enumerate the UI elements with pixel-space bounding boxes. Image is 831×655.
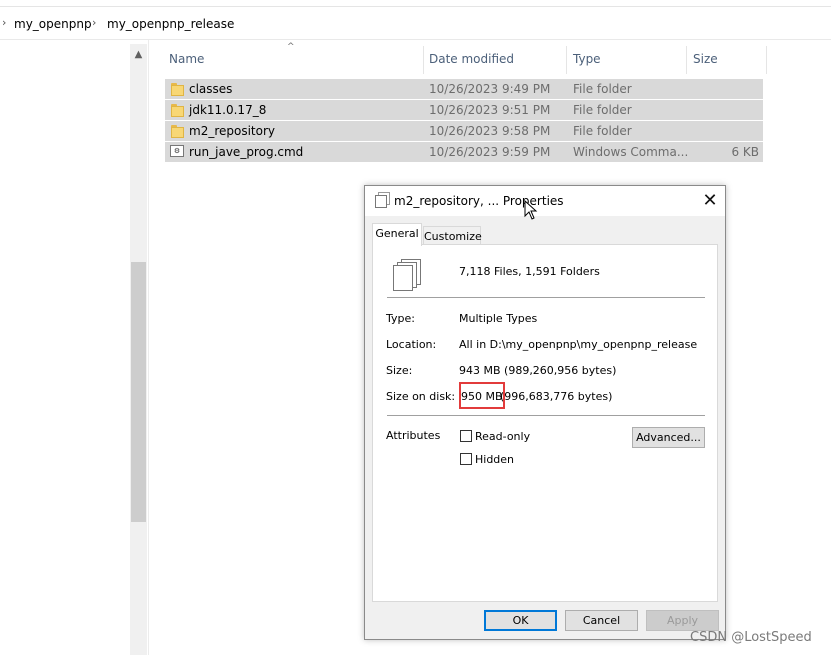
location-label: Location: — [386, 338, 437, 351]
file-row[interactable]: classes 10/26/2023 9:49 PM File folder — [165, 79, 763, 99]
file-row[interactable]: jdk11.0.17_8 10/26/2023 9:51 PM File fol… — [165, 100, 763, 120]
highlight-box — [459, 382, 505, 409]
breadcrumb-item-my-openpnp[interactable]: my_openpnp — [14, 17, 92, 31]
advanced-button[interactable]: Advanced... — [632, 427, 705, 448]
type-label: Type: — [386, 312, 415, 325]
size-on-disk-bytes: (996,683,776 bytes) — [500, 390, 613, 403]
size-on-disk-label: Size on disk: — [386, 390, 456, 403]
column-divider[interactable] — [766, 46, 767, 74]
navigation-pane — [0, 40, 149, 655]
multiple-files-icon — [393, 259, 421, 291]
chevron-right-icon[interactable]: › — [2, 16, 6, 29]
file-type: File folder — [573, 103, 632, 117]
close-icon[interactable]: ✕ — [697, 188, 723, 214]
file-name: run_jave_prog.cmd — [189, 145, 304, 159]
scrollbar-thumb[interactable] — [131, 262, 146, 522]
breadcrumb: › my_openpnp › my_openpnp_release — [0, 7, 831, 40]
file-name: classes — [189, 82, 233, 96]
column-header-date-modified[interactable]: Date modified — [429, 52, 514, 66]
folder-icon — [171, 82, 184, 96]
file-date: 10/26/2023 9:51 PM — [429, 103, 551, 117]
size-value: 943 MB (989,260,956 bytes) — [459, 364, 617, 377]
file-row[interactable]: ⚙ run_jave_prog.cmd 10/26/2023 9:59 PM W… — [165, 142, 763, 162]
attributes-label: Attributes — [386, 429, 441, 442]
column-header-size[interactable]: Size — [693, 52, 718, 66]
cancel-button[interactable]: Cancel — [565, 610, 638, 631]
file-date: 10/26/2023 9:58 PM — [429, 124, 551, 138]
chevron-right-icon[interactable]: › — [92, 16, 96, 29]
column-header-name[interactable]: Name — [169, 52, 204, 66]
readonly-checkbox[interactable] — [460, 430, 472, 442]
properties-dialog: m2_repository, ... Properties ✕ General … — [364, 185, 726, 640]
column-header-type[interactable]: Type — [573, 52, 601, 66]
cmd-file-icon: ⚙ — [170, 145, 184, 157]
file-row[interactable]: m2_repository 10/26/2023 9:58 PM File fo… — [165, 121, 763, 141]
file-size: 6 KB — [731, 145, 759, 159]
hidden-checkbox[interactable] — [460, 453, 472, 465]
dialog-title: m2_repository, ... Properties — [394, 194, 564, 208]
scroll-up-arrow-icon[interactable]: ▲ — [130, 46, 147, 64]
apply-button[interactable]: Apply — [646, 610, 719, 631]
ok-button[interactable]: OK — [484, 610, 557, 631]
folder-icon — [171, 124, 184, 138]
location-value: All in D:\my_openpnp\my_openpnp_release — [459, 338, 698, 351]
folder-icon — [171, 103, 184, 117]
dialog-title-bar[interactable]: m2_repository, ... Properties ✕ — [365, 186, 725, 216]
readonly-label[interactable]: Read-only — [475, 430, 530, 443]
file-type: Windows Comma... — [573, 145, 689, 159]
hidden-label[interactable]: Hidden — [475, 453, 514, 466]
top-strip — [0, 0, 831, 7]
file-date: 10/26/2023 9:49 PM — [429, 82, 551, 96]
mouse-cursor-icon — [524, 200, 538, 220]
page-shape — [393, 265, 413, 291]
divider — [387, 297, 705, 298]
tab-general[interactable]: General — [372, 223, 422, 246]
column-divider[interactable] — [423, 46, 424, 74]
column-divider[interactable] — [686, 46, 687, 74]
file-name: m2_repository — [189, 124, 276, 138]
file-icon — [375, 195, 387, 208]
size-label: Size: — [386, 364, 413, 377]
general-tab-panel: 7,118 Files, 1,591 Folders Type: Multipl… — [372, 244, 718, 602]
type-value: Multiple Types — [459, 312, 538, 325]
file-date: 10/26/2023 9:59 PM — [429, 145, 551, 159]
tab-customize[interactable]: Customize — [423, 226, 482, 246]
file-type: File folder — [573, 82, 632, 96]
watermark: CSDN @LostSpeed — [690, 630, 812, 645]
file-name: jdk11.0.17_8 — [189, 103, 267, 117]
files-folders-summary: 7,118 Files, 1,591 Folders — [459, 265, 600, 278]
breadcrumb-item-my-openpnp-release[interactable]: my_openpnp_release — [107, 17, 234, 31]
sort-ascending-icon: ^ — [287, 42, 295, 52]
file-type: File folder — [573, 124, 632, 138]
column-divider[interactable] — [566, 46, 567, 74]
divider — [387, 415, 705, 416]
